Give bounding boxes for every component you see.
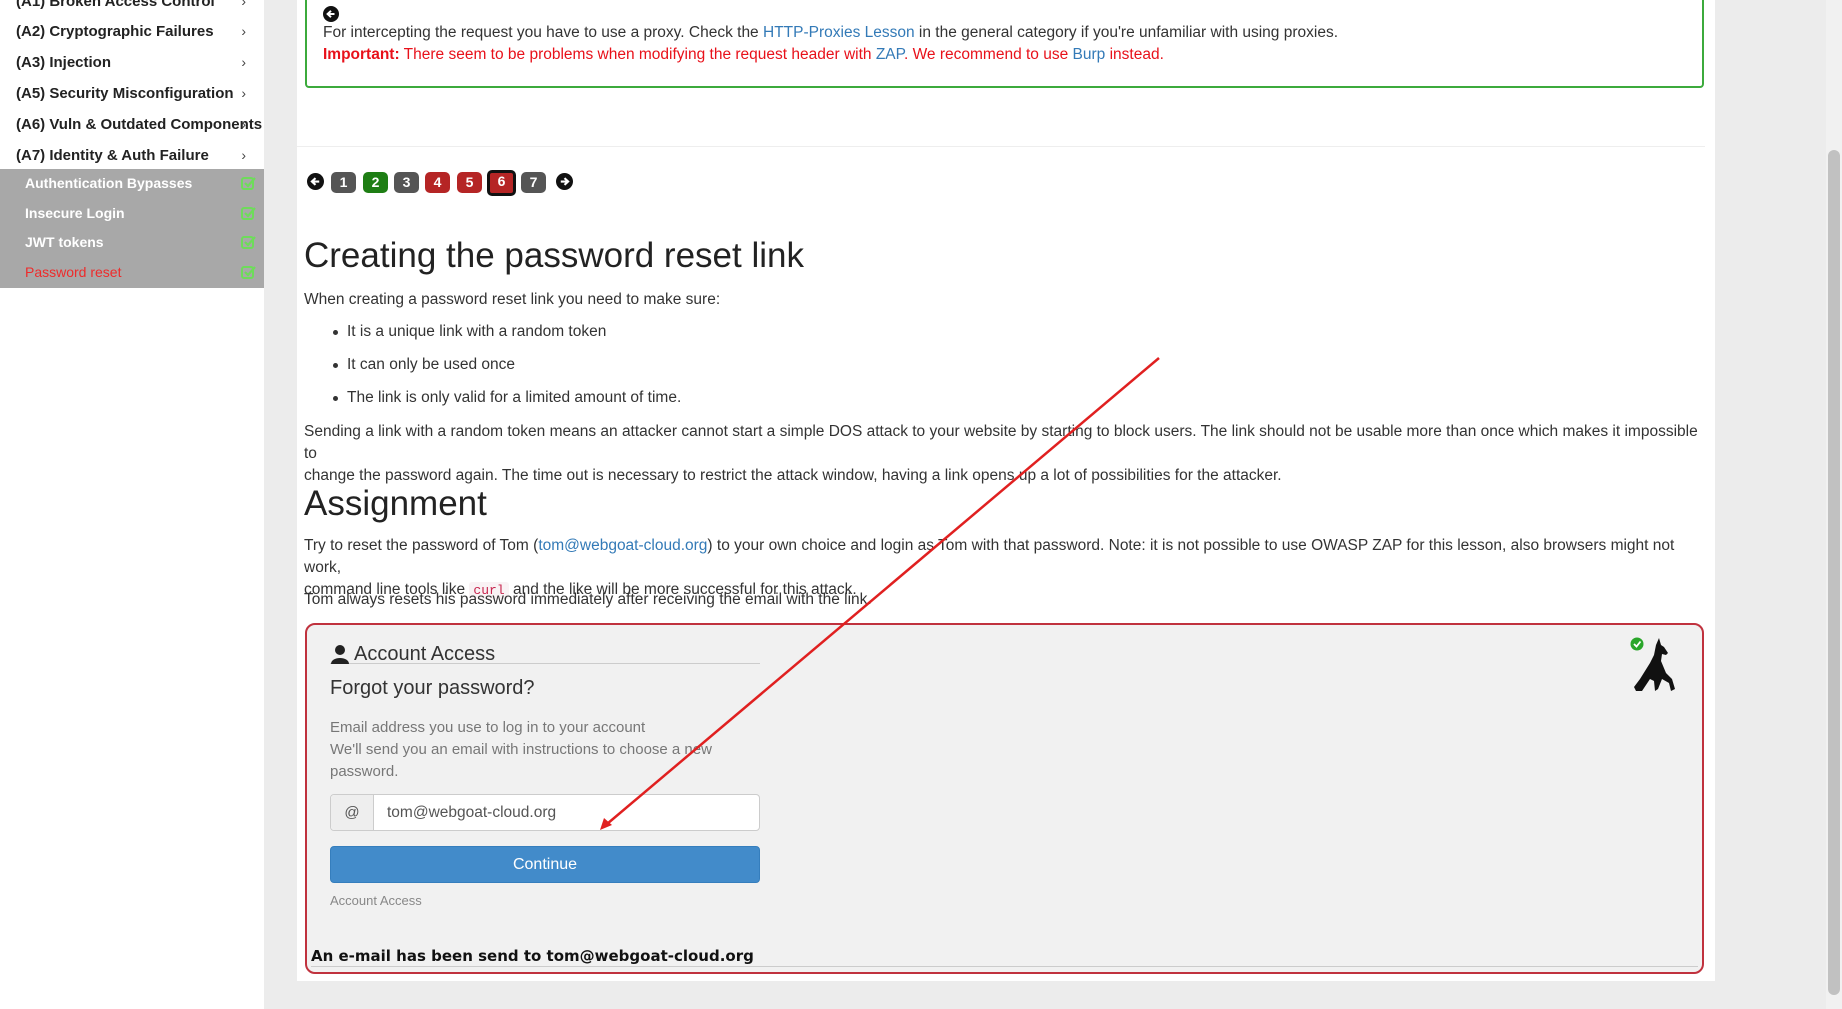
intro-text: When creating a password reset link you …: [304, 291, 721, 308]
sidebar-item-insecure-login[interactable]: Insecure Login: [0, 199, 264, 229]
chevron-right-icon: ›: [241, 54, 246, 70]
paragraph-line: Sending a link with a random token means…: [304, 423, 1698, 462]
hint-text: . We recommend to use: [903, 46, 1073, 63]
hint-box: For intercepting the request you have to…: [305, 0, 1704, 88]
lesson-label: Insecure Login: [25, 205, 125, 221]
category-label: (A6) Vuln & Outdated Components: [16, 116, 263, 133]
webgoat-wolf-logo: [1630, 637, 1675, 691]
page-button-2[interactable]: 2: [363, 172, 388, 193]
page-scrollbar[interactable]: [1826, 0, 1842, 1009]
page-button-1[interactable]: 1: [331, 172, 356, 193]
next-page-icon[interactable]: [556, 173, 573, 190]
sidebar-category-a1[interactable]: (A1) Broken Access Control ›: [0, 0, 264, 17]
scrollbar-thumb[interactable]: [1828, 150, 1840, 995]
page-button-4[interactable]: 4: [425, 172, 450, 193]
list-item: It can only be used once: [332, 356, 516, 373]
category-label: (A2) Cryptographic Failures: [16, 23, 214, 40]
chevron-right-icon: ›: [241, 116, 246, 132]
chevron-right-icon: ›: [241, 23, 246, 39]
account-access-title: Account Access: [330, 642, 760, 665]
chevron-right-icon: ›: [241, 85, 246, 101]
lesson-label: Authentication Bypasses: [25, 175, 193, 191]
instruction-line: Email address you use to log in to your …: [330, 719, 646, 736]
tom-note: Tom always resets his password immediate…: [304, 591, 872, 608]
sidebar-category-a6[interactable]: (A6) Vuln & Outdated Components ›: [0, 109, 264, 140]
http-proxies-lesson-link[interactable]: HTTP-Proxies Lesson: [763, 24, 915, 41]
assignment-box: Account Access Forgot your password? Ema…: [305, 623, 1704, 974]
sidebar-category-a5[interactable]: (A5) Security Misconfiguration ›: [0, 78, 264, 109]
important-label: Important:: [323, 46, 400, 63]
page-button-5[interactable]: 5: [457, 172, 482, 193]
lesson-label: JWT tokens: [25, 234, 104, 250]
sidebar: (A1) Broken Access Control › (A2) Cryptog…: [0, 0, 264, 1009]
page-button-3[interactable]: 3: [394, 172, 419, 193]
hint-text: instead.: [1105, 46, 1164, 63]
checkbox-checked-icon: [241, 177, 256, 190]
text: Try to reset the password of Tom (: [304, 537, 539, 554]
instruction-line: We'll send you an email with instruction…: [330, 741, 712, 780]
arrow-left-circle-icon[interactable]: [323, 6, 339, 22]
category-label: (A7) Identity & Auth Failure: [16, 147, 209, 164]
feedback-message: An e-mail has been send to tom@webgoat-c…: [311, 947, 1698, 967]
list-item: It is a unique link with a random token: [332, 323, 607, 340]
zap-link[interactable]: ZAP: [876, 46, 904, 63]
category-label: (A5) Security Misconfiguration: [16, 85, 234, 102]
hint-text: For intercepting the request you have to…: [323, 24, 763, 41]
category-label: (A1) Broken Access Control: [16, 0, 215, 10]
chevron-right-icon: ›: [241, 0, 246, 9]
sidebar-lesson-list: Authentication Bypasses Insecure Login J…: [0, 169, 264, 288]
continue-button[interactable]: Continue: [330, 846, 760, 883]
chevron-right-icon: ›: [241, 147, 246, 163]
explanation-paragraph: Sending a link with a random token means…: [304, 421, 1714, 487]
hint-line-proxy: For intercepting the request you have to…: [323, 24, 1338, 42]
category-label: (A3) Injection: [16, 54, 112, 71]
sidebar-category-a3[interactable]: (A3) Injection ›: [0, 47, 264, 78]
sidebar-category-a7[interactable]: (A7) Identity & Auth Failure ›: [0, 140, 264, 171]
forgot-password-heading: Forgot your password?: [330, 677, 535, 699]
account-access-label: Account Access: [354, 643, 496, 665]
paragraph-line: Try to reset the password of Tom (tom@we…: [304, 535, 1714, 579]
page-title: Creating the password reset link: [304, 236, 804, 275]
previous-page-icon[interactable]: [307, 173, 324, 190]
divider: [297, 146, 1705, 147]
checkbox-checked-icon: [241, 236, 256, 249]
lesson-label: Password reset: [25, 264, 122, 280]
hint-text: in the general category if you're unfami…: [914, 24, 1339, 41]
lesson-content: For intercepting the request you have to…: [297, 0, 1715, 981]
user-icon: [331, 645, 349, 664]
paragraph-line: change the password again. The time out …: [304, 467, 1282, 484]
email-input-group: @: [330, 794, 760, 831]
checkbox-checked-icon: [241, 266, 256, 279]
sidebar-item-jwt-tokens[interactable]: JWT tokens: [0, 228, 264, 258]
assignment-heading: Assignment: [304, 484, 487, 523]
sidebar-item-password-reset[interactable]: Password reset: [0, 258, 264, 288]
form-instructions: Email address you use to log in to your …: [330, 717, 750, 783]
sidebar-category-a2[interactable]: (A2) Cryptographic Failures ›: [0, 16, 264, 47]
page-button-7[interactable]: 7: [521, 172, 546, 193]
page-button-6-current[interactable]: 6: [487, 170, 516, 196]
tom-email-link[interactable]: tom@webgoat-cloud.org: [538, 537, 707, 554]
at-sign-addon: @: [331, 795, 374, 830]
account-access-link[interactable]: Account Access: [330, 893, 422, 908]
burp-link[interactable]: Burp: [1073, 46, 1106, 63]
sidebar-item-authentication-bypasses[interactable]: Authentication Bypasses: [0, 169, 264, 199]
list-item: The link is only valid for a limited amo…: [332, 389, 682, 406]
checkbox-checked-icon: [241, 207, 256, 220]
email-input[interactable]: [375, 795, 759, 830]
hint-line-important: Important: There seem to be problems whe…: [323, 46, 1164, 64]
hint-text: There seem to be problems when modifying…: [399, 46, 876, 63]
